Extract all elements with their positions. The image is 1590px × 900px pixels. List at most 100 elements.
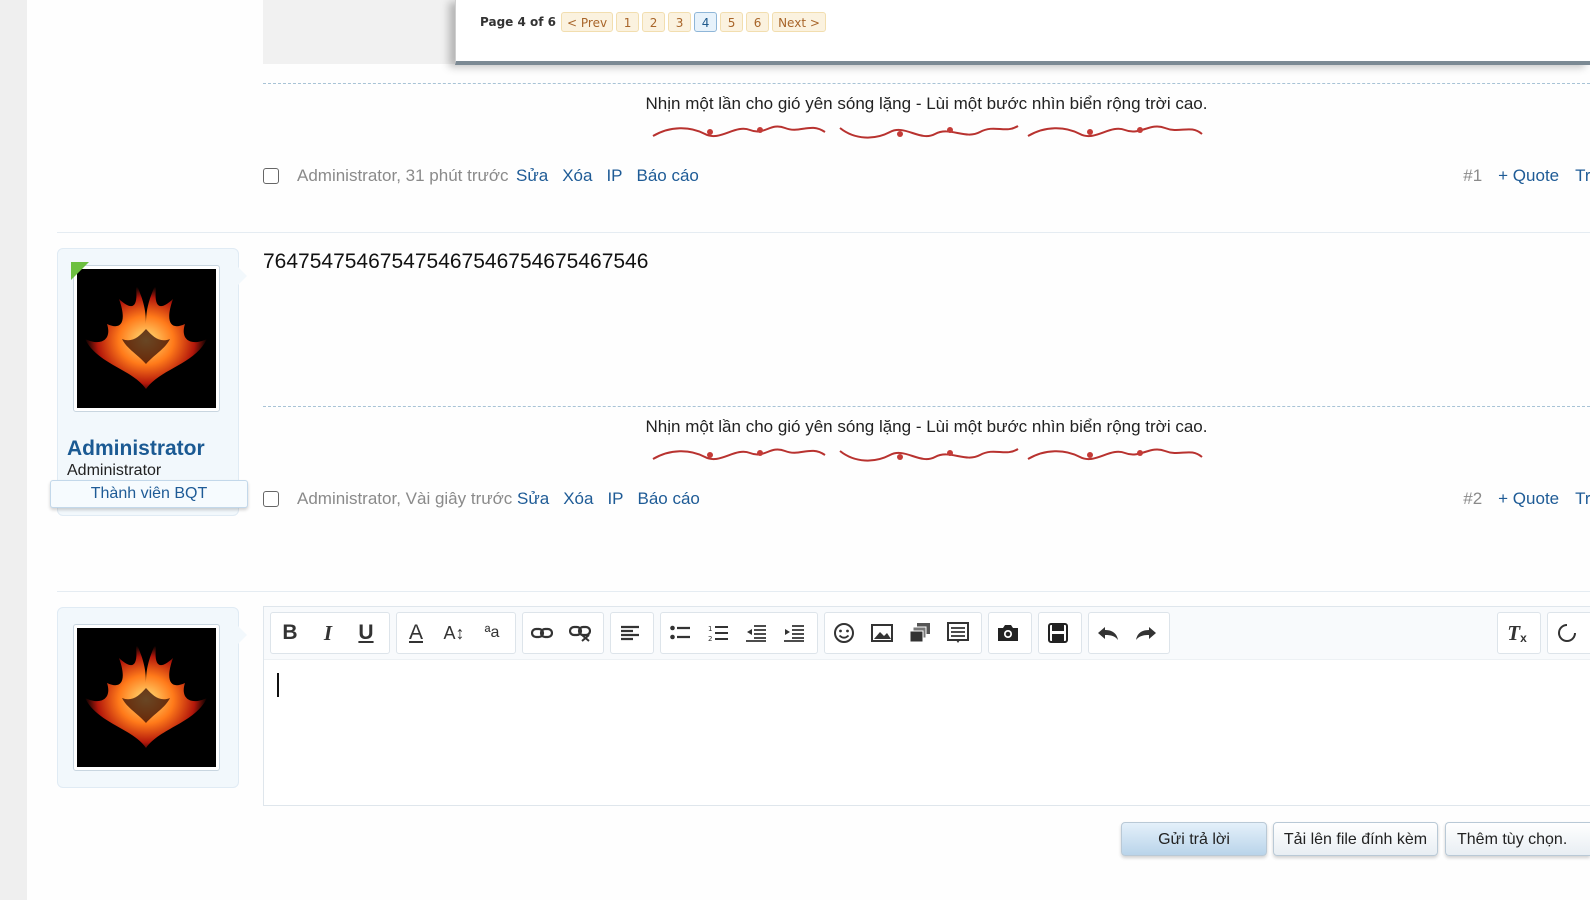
submit-reply-button[interactable]: Gửi trả lời: [1121, 822, 1267, 856]
unlink-icon[interactable]: [561, 614, 599, 652]
page-6-button[interactable]: 6: [746, 12, 770, 32]
user-panel-arrow: [238, 267, 247, 285]
page-label: Page 4 of 6: [480, 15, 556, 29]
toolbar-group-extra: [1547, 612, 1590, 654]
toolbar-group-clear: Tx: [1497, 612, 1541, 654]
redo-icon[interactable]: [1127, 614, 1165, 652]
next-page-button[interactable]: Next >: [772, 12, 826, 32]
post-1-ip-link[interactable]: IP: [606, 166, 622, 186]
post-1-report-link[interactable]: Báo cáo: [637, 166, 699, 186]
post-1-right-actions: #1 + Quote Trả: [1463, 166, 1590, 186]
image-icon[interactable]: [863, 614, 901, 652]
toolbar-group-font: A A↕ ªa: [396, 612, 516, 654]
post-1-select-checkbox[interactable]: [263, 168, 279, 184]
toolbar-group-list: 12: [660, 612, 818, 654]
post-2-user-panel: Administrator Administrator Thành viên B…: [50, 248, 248, 516]
username[interactable]: Administrator: [67, 437, 205, 461]
post-1-meta: Administrator, 31 phút trước: [297, 166, 509, 185]
prev-page-button[interactable]: < Prev: [561, 12, 614, 32]
toolbar-group-align: [610, 612, 654, 654]
svg-text:2: 2: [708, 635, 712, 642]
toolbar-group-save: [1038, 612, 1082, 654]
post-2-right-actions: #2 + Quote Trả: [1463, 489, 1590, 509]
align-icon[interactable]: [611, 614, 649, 652]
pagination: Page 4 of 6 < Prev 1 2 3 4 5 6 Next >: [480, 12, 829, 32]
link-icon[interactable]: [523, 614, 561, 652]
user-group-banner: Thành viên BQT: [50, 480, 248, 508]
more-options-button[interactable]: Thêm tùy chọn.: [1445, 822, 1590, 856]
user-title: Administrator: [67, 462, 162, 479]
bullet-list-icon[interactable]: [661, 614, 699, 652]
post-2-quote-link[interactable]: + Quote: [1498, 489, 1559, 509]
post-2-report-link[interactable]: Báo cáo: [638, 489, 700, 509]
underline-icon[interactable]: U: [347, 614, 385, 652]
reply-user-panel: [57, 607, 247, 788]
toolbar-group-insert: [824, 612, 982, 654]
reply-avatar: [73, 624, 220, 771]
smiley-icon[interactable]: [825, 614, 863, 652]
reply-textarea[interactable]: [264, 659, 1590, 805]
left-gutter: [0, 0, 27, 900]
editor-toolbar: B I U A A↕ ªa 12 T x: [264, 607, 1590, 660]
signature-divider: [263, 83, 1590, 84]
pagination-popup: Page 4 of 6 < Prev 1 2 3 4 5 6 Next >: [455, 0, 1590, 65]
post-2-ip-link[interactable]: IP: [607, 489, 623, 509]
page-1-button[interactable]: 1: [616, 12, 640, 32]
post-2-meta: Administrator, Vài giây trước: [297, 489, 513, 508]
online-status-indicator: [71, 262, 89, 280]
remove-format-icon[interactable]: Tx: [1498, 614, 1536, 652]
code-icon[interactable]: [939, 614, 977, 652]
post-1-reply-link[interactable]: Trả: [1575, 166, 1590, 186]
upload-attachment-button[interactable]: Tải lên file đính kèm: [1273, 822, 1438, 856]
post-1-edit-link[interactable]: Sửa: [516, 166, 548, 186]
signature-divider: [263, 406, 1590, 407]
user-panel-arrow: [238, 626, 247, 644]
top-placeholder: [263, 0, 458, 64]
more-tools-icon[interactable]: [1548, 614, 1586, 652]
post-2-actions: Sửa Xóa IP Báo cáo: [517, 489, 700, 509]
post-1-actions: Sửa Xóa IP Báo cáo: [516, 166, 699, 186]
post-2-body: 764754754675475467546754675467546: [263, 250, 649, 273]
post-2-footer: Administrator, Vài giây trước Sửa Xóa IP…: [263, 489, 1590, 513]
font-family-icon[interactable]: ªa: [473, 614, 511, 652]
post-1-permalink[interactable]: #1: [1463, 166, 1482, 186]
outdent-icon[interactable]: [737, 614, 775, 652]
post-separator: [57, 591, 1590, 592]
font-size-icon[interactable]: A↕: [435, 614, 473, 652]
post-1-footer: Administrator, 31 phút trước Sửa Xóa IP …: [263, 166, 1590, 190]
italic-icon[interactable]: I: [309, 614, 347, 652]
signature-text: Nhịn một lần cho gió yên sóng lặng - Lùi…: [645, 94, 1208, 113]
indent-icon[interactable]: [775, 614, 813, 652]
signature-text: Nhịn một lần cho gió yên sóng lặng - Lùi…: [645, 417, 1208, 436]
post-1-delete-link[interactable]: Xóa: [562, 166, 592, 186]
post-1-quote-link[interactable]: + Quote: [1498, 166, 1559, 186]
avatar-image: [77, 628, 216, 767]
signature-flourish-image: [652, 448, 1203, 462]
post-2-permalink[interactable]: #2: [1463, 489, 1482, 509]
toolbar-group-basic: B I U: [270, 612, 390, 654]
media-icon[interactable]: [901, 614, 939, 652]
bold-icon[interactable]: B: [271, 614, 309, 652]
page-4-button[interactable]: 4: [694, 12, 718, 32]
numbered-list-icon[interactable]: 12: [699, 614, 737, 652]
avatar-image: [77, 269, 216, 408]
post-2-reply-link[interactable]: Trả: [1575, 489, 1590, 509]
toolbar-group-link: [522, 612, 604, 654]
page-2-button[interactable]: 2: [642, 12, 666, 32]
post-2-select-checkbox[interactable]: [263, 491, 279, 507]
text-color-icon[interactable]: A: [397, 614, 435, 652]
undo-icon[interactable]: [1089, 614, 1127, 652]
signature-flourish-image: [652, 125, 1203, 139]
post-separator: [57, 232, 1590, 233]
avatar[interactable]: [73, 265, 220, 412]
save-draft-icon[interactable]: [1039, 614, 1077, 652]
post-2-delete-link[interactable]: Xóa: [563, 489, 593, 509]
svg-text:1: 1: [708, 625, 712, 633]
reply-editor: B I U A A↕ ªa 12 T x: [263, 606, 1590, 806]
camera-icon[interactable]: [989, 614, 1027, 652]
page-3-button[interactable]: 3: [668, 12, 692, 32]
toolbar-group-history: [1088, 612, 1170, 654]
post-2-edit-link[interactable]: Sửa: [517, 489, 549, 509]
page-5-button[interactable]: 5: [720, 12, 744, 32]
toolbar-group-camera: [988, 612, 1032, 654]
